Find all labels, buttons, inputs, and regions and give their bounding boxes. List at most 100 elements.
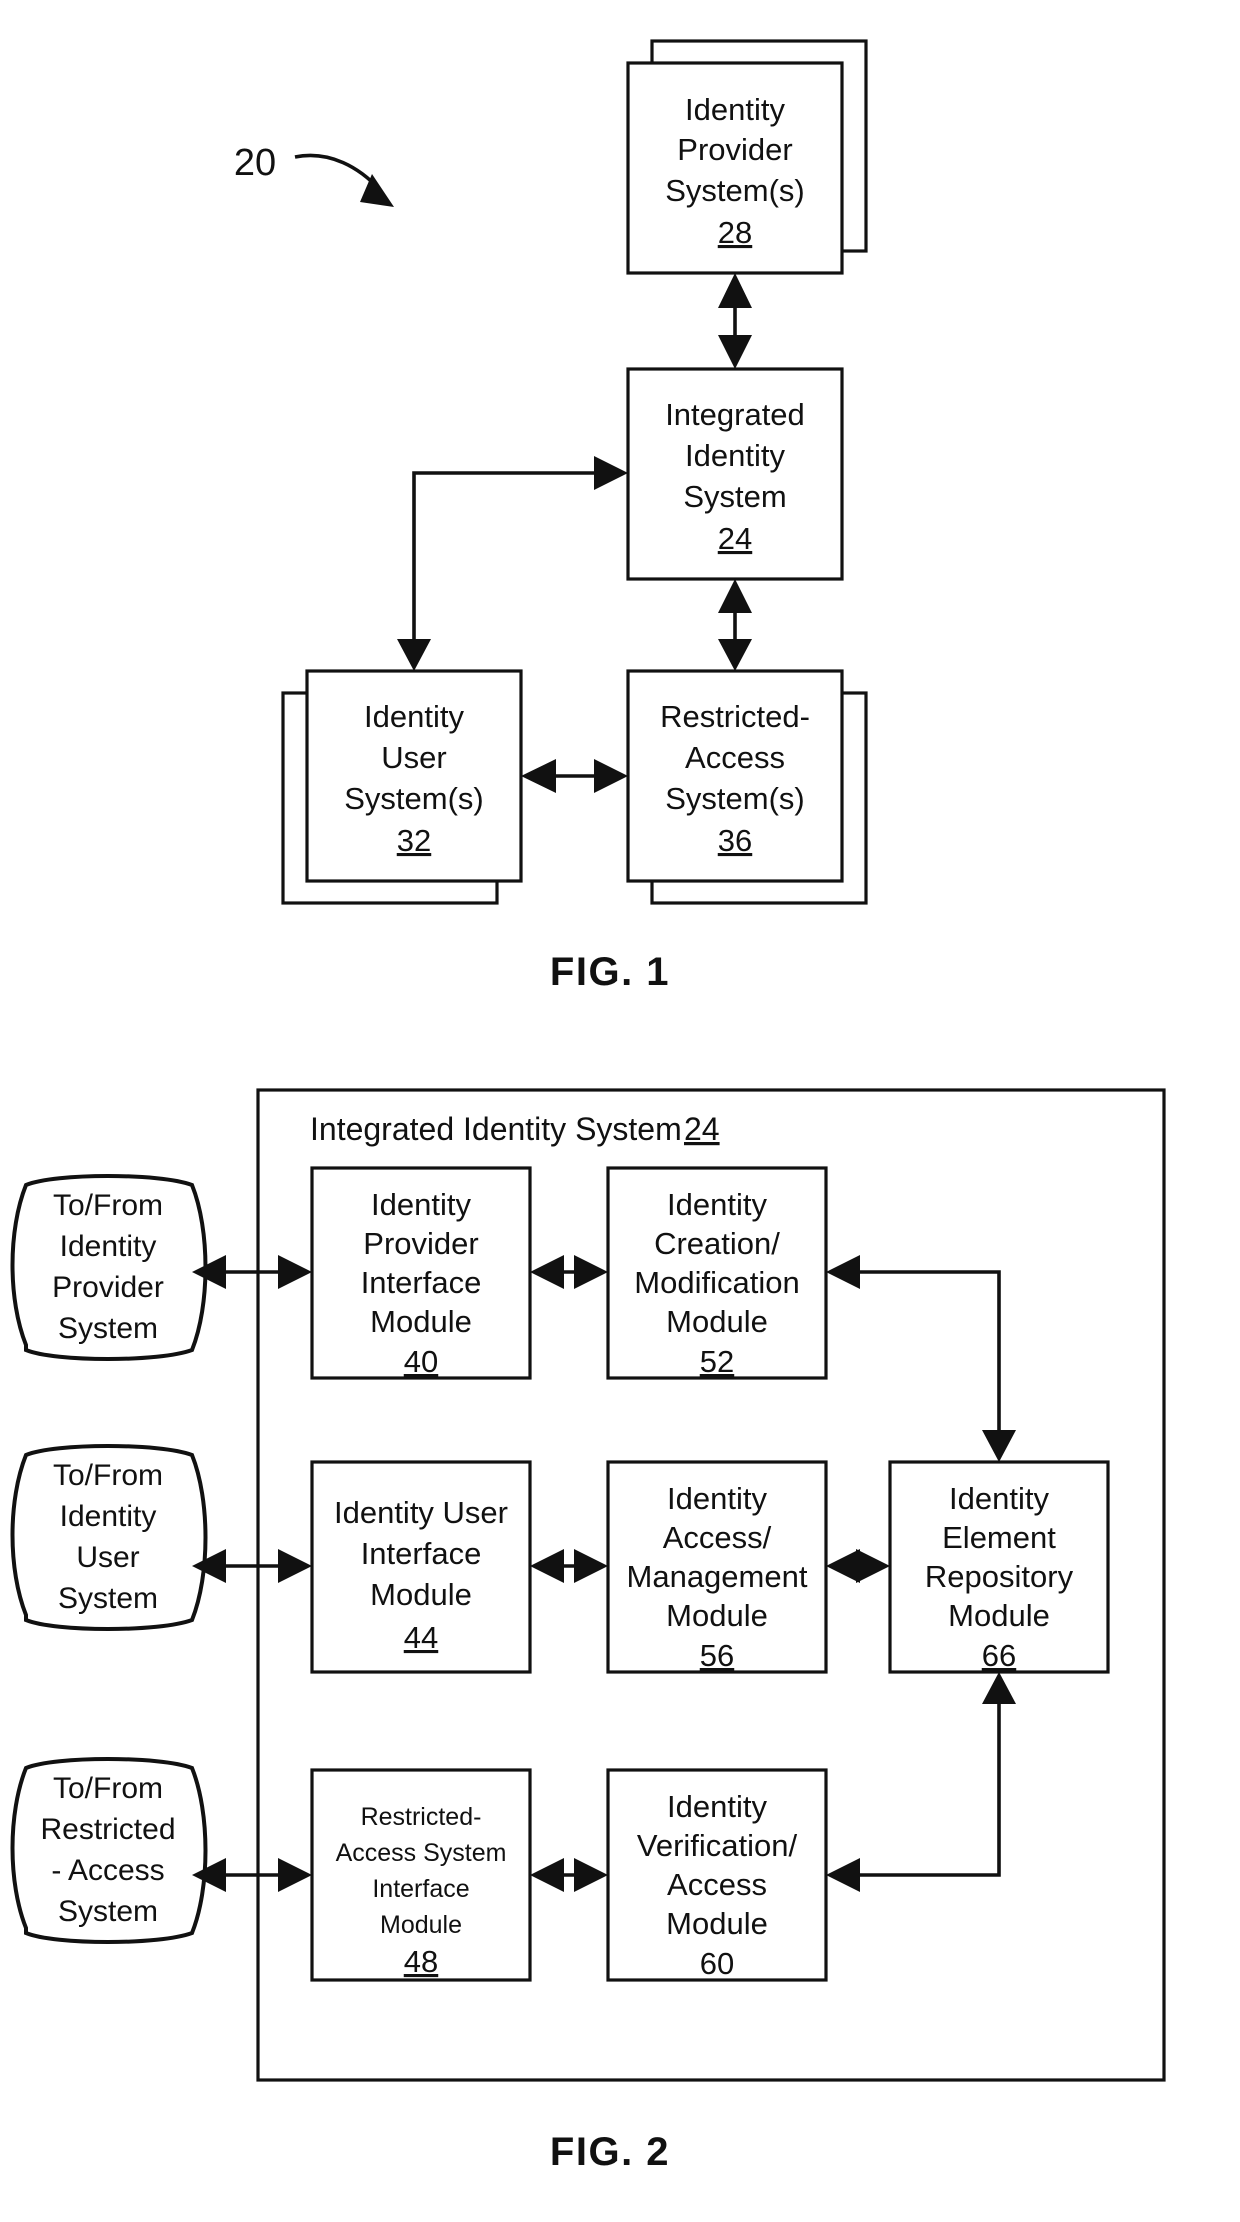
- figure-2-caption: FIG. 2: [550, 2130, 670, 2174]
- restricted-access-system-node: Restricted- Access System(s) 36: [626, 669, 868, 905]
- integrated-identity-system-line-3: System: [683, 479, 786, 514]
- to-from-restricted-access-line-4: System: [58, 1895, 158, 1928]
- identity-provider-interface-module-node: Identity Provider Interface Module 40: [310, 1166, 532, 1380]
- identity-user-interface-line-2: Interface: [361, 1536, 482, 1571]
- identity-element-repository-numeral: 66: [982, 1638, 1016, 1673]
- container-title-numeral: 24: [684, 1111, 720, 1147]
- identity-user-system-numeral: 32: [397, 823, 431, 858]
- restricted-access-system-interface-line-2: Access System: [336, 1839, 507, 1867]
- arrowhead-left-into-restricted-interface: [530, 1858, 564, 1892]
- restricted-access-system-interface-line-4: Module: [380, 1911, 462, 1939]
- connector-creation-to-repository-path: [852, 1270, 1001, 1440]
- restricted-access-system-line-3: System(s): [665, 781, 805, 816]
- arrowhead-right-into-access-management: [574, 1549, 608, 1583]
- identity-access-management-line-1: Identity: [667, 1481, 767, 1516]
- identity-access-management-line-4: Module: [666, 1598, 768, 1633]
- identity-user-interface-line-3: Module: [370, 1577, 472, 1612]
- arrowhead-up-to-integrated: [718, 579, 752, 613]
- to-from-restricted-access-line-2: Restricted: [40, 1813, 175, 1846]
- identity-provider-system-line-2: Provider: [677, 132, 792, 167]
- identity-verification-access-numeral: 60: [700, 1946, 734, 1981]
- identity-user-system-line-1: Identity: [364, 699, 464, 734]
- reference-numeral-20: 20: [234, 142, 276, 184]
- to-from-restricted-access-line-1: To/From: [53, 1772, 163, 1805]
- identity-creation-modification-line-2: Creation/: [654, 1226, 780, 1261]
- restricted-access-system-interface-numeral: 48: [404, 1944, 438, 1979]
- to-from-identity-user-system-node: To/From Identity User System: [10, 1444, 208, 1631]
- identity-creation-modification-line-4: Module: [666, 1304, 768, 1339]
- arrowhead-left-into-user-interface: [530, 1549, 564, 1583]
- identity-provider-interface-line-1: Identity: [371, 1187, 471, 1222]
- arrowhead-left-into-provider-interface: [530, 1255, 564, 1289]
- arrowhead-right-into-provider-interface: [278, 1255, 312, 1289]
- restricted-access-system-interface-line-3: Interface: [372, 1875, 469, 1903]
- identity-verification-access-line-1: Identity: [667, 1789, 767, 1824]
- to-from-identity-provider-line-3: Provider: [52, 1271, 164, 1304]
- container-title-text: Integrated Identity System: [310, 1111, 682, 1147]
- identity-user-interface-line-1: Identity User: [334, 1495, 508, 1530]
- connector-restricted-cloud-to-interface: [192, 1858, 312, 1892]
- figure-2: Integrated Identity System 24 To/From Id…: [10, 1088, 1166, 2174]
- connector-integrated-to-identity-user-path: [412, 471, 600, 648]
- identity-provider-interface-line-2: Provider: [363, 1226, 478, 1261]
- arrowhead-right-into-repository: [856, 1549, 890, 1583]
- arrowhead-right-into-restricted: [594, 759, 628, 793]
- figure-1: 20 Identity Provider System(s) 28 Integr…: [234, 39, 868, 994]
- patent-figures-svg: 20 Identity Provider System(s) 28 Integr…: [10, 39, 1166, 2174]
- identity-user-system-line-2: User: [381, 740, 446, 775]
- connector-access-management-to-repository: [826, 1549, 890, 1583]
- identity-element-repository-line-4: Module: [948, 1598, 1050, 1633]
- integrated-identity-system-container-title: Integrated Identity System 24: [310, 1111, 720, 1147]
- integrated-identity-system-node: Integrated Identity System 24: [626, 367, 844, 581]
- identity-creation-modification-line-1: Identity: [667, 1187, 767, 1222]
- arrowhead-down-to-restricted: [718, 639, 752, 671]
- arrowhead-left-into-verification-module: [826, 1858, 860, 1892]
- to-from-identity-user-line-1: To/From: [53, 1459, 163, 1492]
- identity-provider-system-numeral: 28: [718, 215, 752, 250]
- restricted-access-system-line-2: Access: [685, 740, 785, 775]
- identity-verification-access-line-4: Module: [666, 1906, 768, 1941]
- integrated-identity-system-line-1: Integrated: [665, 397, 805, 432]
- arrowhead-left-into-access-management: [826, 1549, 860, 1583]
- restricted-access-system-numeral: 36: [718, 823, 752, 858]
- arrowhead-down-into-repository: [982, 1430, 1016, 1462]
- restricted-access-system-interface-module-node: Restricted- Access System Interface Modu…: [310, 1768, 532, 1982]
- identity-verification-access-line-2: Verification/: [637, 1828, 798, 1863]
- identity-creation-modification-module-node: Identity Creation/ Modification Module 5…: [606, 1166, 828, 1380]
- identity-provider-interface-numeral: 40: [404, 1344, 438, 1379]
- arrowhead-up-into-repository: [982, 1672, 1016, 1704]
- identity-user-system-line-3: System(s): [344, 781, 484, 816]
- restricted-access-system-interface-line-1: Restricted-: [361, 1803, 482, 1831]
- identity-provider-system-node: Identity Provider System(s) 28: [626, 39, 868, 275]
- identity-verification-access-line-3: Access: [667, 1867, 767, 1902]
- identity-creation-modification-numeral: 52: [700, 1344, 734, 1379]
- identity-provider-interface-line-4: Module: [370, 1304, 472, 1339]
- identity-element-repository-line-3: Repository: [925, 1559, 1074, 1594]
- connector-provider-interface-to-creation: [530, 1255, 608, 1289]
- identity-element-repository-module-node: Identity Element Repository Module 66: [888, 1460, 1110, 1674]
- arrowhead-right-into-creation-module: [574, 1255, 608, 1289]
- identity-provider-system-line-1: Identity: [685, 92, 785, 127]
- reference-numeral-20-group: 20: [234, 142, 394, 207]
- identity-access-management-module-node: Identity Access/ Management Module 56: [606, 1460, 828, 1674]
- identity-user-system-node: Identity User System(s) 32: [281, 669, 523, 905]
- to-from-identity-provider-line-4: System: [58, 1312, 158, 1345]
- identity-verification-access-module-node: Identity Verification/ Access Module 60: [606, 1768, 828, 1982]
- to-from-identity-provider-system-node: To/From Identity Provider System: [10, 1174, 208, 1361]
- integrated-identity-system-numeral: 24: [718, 521, 752, 556]
- connector-integrated-to-restricted: [718, 579, 752, 671]
- connector-integrated-to-provider: [718, 273, 752, 369]
- arrowhead-left-into-identity-user: [521, 759, 556, 793]
- restricted-access-system-line-1: Restricted-: [660, 699, 810, 734]
- patent-drawing-sheet: 20 Identity Provider System(s) 28 Integr…: [0, 0, 1240, 2222]
- to-from-restricted-access-system-node: To/From Restricted - Access System: [10, 1757, 208, 1944]
- integrated-identity-system-line-2: Identity: [685, 438, 785, 473]
- connector-user-cloud-to-interface: [192, 1549, 312, 1583]
- connector-restricted-interface-to-verification: [530, 1858, 608, 1892]
- connector-provider-cloud-to-interface: [192, 1255, 312, 1289]
- identity-access-management-line-3: Management: [627, 1559, 808, 1594]
- connector-integrated-to-identity-user: [397, 456, 628, 671]
- identity-provider-system-line-3: System(s): [665, 173, 805, 208]
- connector-creation-to-repository: [826, 1255, 1016, 1462]
- arrowhead-right-into-verification-module: [574, 1858, 608, 1892]
